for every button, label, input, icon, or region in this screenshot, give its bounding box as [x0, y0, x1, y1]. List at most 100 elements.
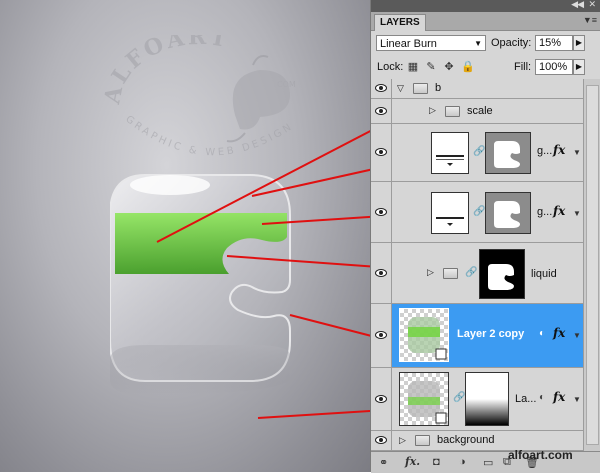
panel-menu-icon[interactable]: ▼≡: [583, 15, 597, 25]
eye-icon[interactable]: [375, 436, 387, 444]
lock-position-icon[interactable]: ✥: [443, 61, 455, 73]
svg-text:ALFOART: ALFOART: [99, 35, 232, 107]
visibility-column: [371, 124, 392, 181]
visibility-column: [371, 243, 392, 303]
watermark-side-text: COM: [277, 80, 296, 89]
layer-name: g...: [537, 206, 553, 218]
folder-icon: [443, 268, 458, 279]
watermark-top-text: ALFOART: [99, 35, 229, 107]
folder-icon: [415, 435, 430, 446]
eye-icon[interactable]: [375, 269, 387, 277]
gradient-mask-thumbnail: [465, 372, 509, 426]
lock-transparency-icon[interactable]: ▦: [407, 61, 419, 73]
vector-mask-thumbnail: [485, 192, 531, 234]
lock-fill-row: Lock: ▦ ✎ ✥ 🔒 Fill: 100% ▶: [371, 55, 600, 80]
layer-row-scale[interactable]: ▷ scale: [371, 99, 583, 124]
lock-pixels-icon[interactable]: ✎: [425, 61, 437, 73]
alfoart-watermark-logo: ALFOART GRAPHIC & WEB DESIGN COM: [99, 35, 296, 158]
expand-triangle-icon[interactable]: ▷: [427, 267, 434, 278]
eye-icon[interactable]: [375, 208, 387, 216]
eye-icon[interactable]: [375, 107, 387, 115]
visibility-column: [371, 99, 392, 123]
glass-letter-icon-artwork: [110, 174, 291, 395]
vector-mask-thumbnail: [485, 132, 531, 174]
layer-row-liquid[interactable]: ▷ 🔗 liquid: [371, 243, 583, 304]
eye-icon[interactable]: [375, 148, 387, 156]
chain-link-icon[interactable]: 🔗: [453, 392, 465, 403]
opacity-slider-button[interactable]: ▶: [573, 35, 585, 51]
eye-icon[interactable]: [375, 395, 387, 403]
layer-thumbnail: [431, 132, 469, 174]
link-layers-icon[interactable]: ⚭: [379, 456, 388, 469]
layer-row-shape-2[interactable]: 🔗 g... fx ▼: [371, 182, 583, 243]
folder-icon: [445, 106, 460, 117]
fill-value: 100%: [539, 61, 568, 73]
chain-link-icon[interactable]: 🔗: [473, 206, 485, 217]
blend-mode-select[interactable]: Linear Burn ▼: [376, 35, 486, 51]
layer-name: scale: [467, 105, 493, 117]
lock-all-icon[interactable]: 🔒: [461, 61, 475, 73]
fill-field[interactable]: 100%: [535, 59, 573, 75]
layer-thumbnail: [431, 192, 469, 234]
adjustment-layer-icon[interactable]: ◑: [459, 456, 466, 468]
collapse-icon[interactable]: ◀◀: [571, 0, 584, 10]
layer-row-shape-1[interactable]: 🔗 g... fx ▼: [371, 124, 583, 182]
blend-mode-value: Linear Burn: [380, 38, 437, 50]
layer-row-b[interactable]: ▽ b: [371, 79, 583, 99]
svg-text:GRAPHIC & WEB DESIGN: GRAPHIC & WEB DESIGN: [123, 114, 296, 158]
blend-if-icon: ◐: [539, 392, 546, 403]
layer-name: La...: [515, 393, 537, 405]
visibility-column: [371, 79, 392, 98]
opacity-value: 15%: [539, 37, 562, 49]
expand-effects-icon[interactable]: ▼: [573, 209, 581, 218]
expand-effects-icon[interactable]: ▼: [573, 331, 581, 340]
visibility-column: [371, 304, 392, 367]
tab-layers[interactable]: LAYERS: [374, 14, 426, 31]
visibility-column: [371, 431, 392, 450]
folder-icon: [413, 83, 428, 94]
expand-triangle-icon[interactable]: ▷: [429, 105, 436, 116]
eye-icon[interactable]: [375, 84, 387, 92]
panel-title-strip: ◀◀ ✕: [371, 0, 600, 12]
layer-name: liquid: [531, 268, 557, 280]
layer-name: g...: [537, 145, 553, 157]
chevron-down-icon: ▼: [474, 39, 482, 48]
site-credit: alfoart.com: [508, 448, 573, 462]
chain-link-icon[interactable]: 🔗: [473, 146, 485, 157]
layer-name: b: [435, 82, 442, 94]
panel-tab-row: LAYERS ▼≡: [371, 12, 600, 31]
expand-triangle-icon[interactable]: ▷: [399, 435, 406, 446]
fx-icon[interactable]: fx: [553, 143, 565, 157]
layer-name: Layer 2 copy: [457, 328, 525, 340]
document-canvas[interactable]: ALFOART GRAPHIC & WEB DESIGN COM: [0, 0, 370, 472]
visibility-column: [371, 368, 392, 430]
opacity-label: Opacity:: [491, 37, 532, 49]
layer-name: background: [437, 434, 495, 446]
layers-list: ▽ b ▷ scale 🔗 g... fx ▼ 🔗 g... fx ▼ ▷ 🔗 …: [371, 79, 600, 451]
layers-scrollbar[interactable]: [583, 79, 600, 451]
add-style-icon[interactable]: fx.: [405, 455, 420, 468]
expand-effects-icon[interactable]: ▼: [573, 395, 581, 404]
layers-panel: ◀◀ ✕ LAYERS ▼≡ Linear Burn ▼ Opacity: 15…: [370, 0, 600, 473]
lock-label: Lock:: [377, 61, 404, 73]
watermark-bottom-text: GRAPHIC & WEB DESIGN: [123, 114, 293, 158]
group-mask-thumbnail: [479, 249, 525, 299]
layer-row-la[interactable]: 🔗 La... ◐ fx ▼: [371, 368, 583, 431]
smart-object-thumbnail: [399, 372, 449, 426]
expand-triangle-icon[interactable]: ▽: [397, 83, 404, 94]
fill-slider-button[interactable]: ▶: [573, 59, 585, 75]
chain-link-icon[interactable]: 🔗: [465, 267, 477, 278]
scrollbar-thumb[interactable]: [586, 85, 599, 445]
fx-icon[interactable]: fx: [553, 204, 565, 218]
close-icon[interactable]: ✕: [588, 0, 596, 10]
add-mask-icon[interactable]: ◘: [433, 456, 440, 468]
blend-if-icon: ◐: [539, 328, 546, 339]
fx-icon[interactable]: fx: [553, 326, 565, 340]
eye-icon[interactable]: [375, 331, 387, 339]
opacity-field[interactable]: 15%: [535, 35, 573, 51]
layer-row-layer-2-copy[interactable]: Layer 2 copy ◐ fx ▼: [371, 304, 583, 368]
fx-icon[interactable]: fx: [553, 390, 565, 404]
visibility-column: [371, 182, 392, 242]
expand-effects-icon[interactable]: ▼: [573, 148, 581, 157]
new-group-icon[interactable]: ▭: [483, 456, 493, 469]
